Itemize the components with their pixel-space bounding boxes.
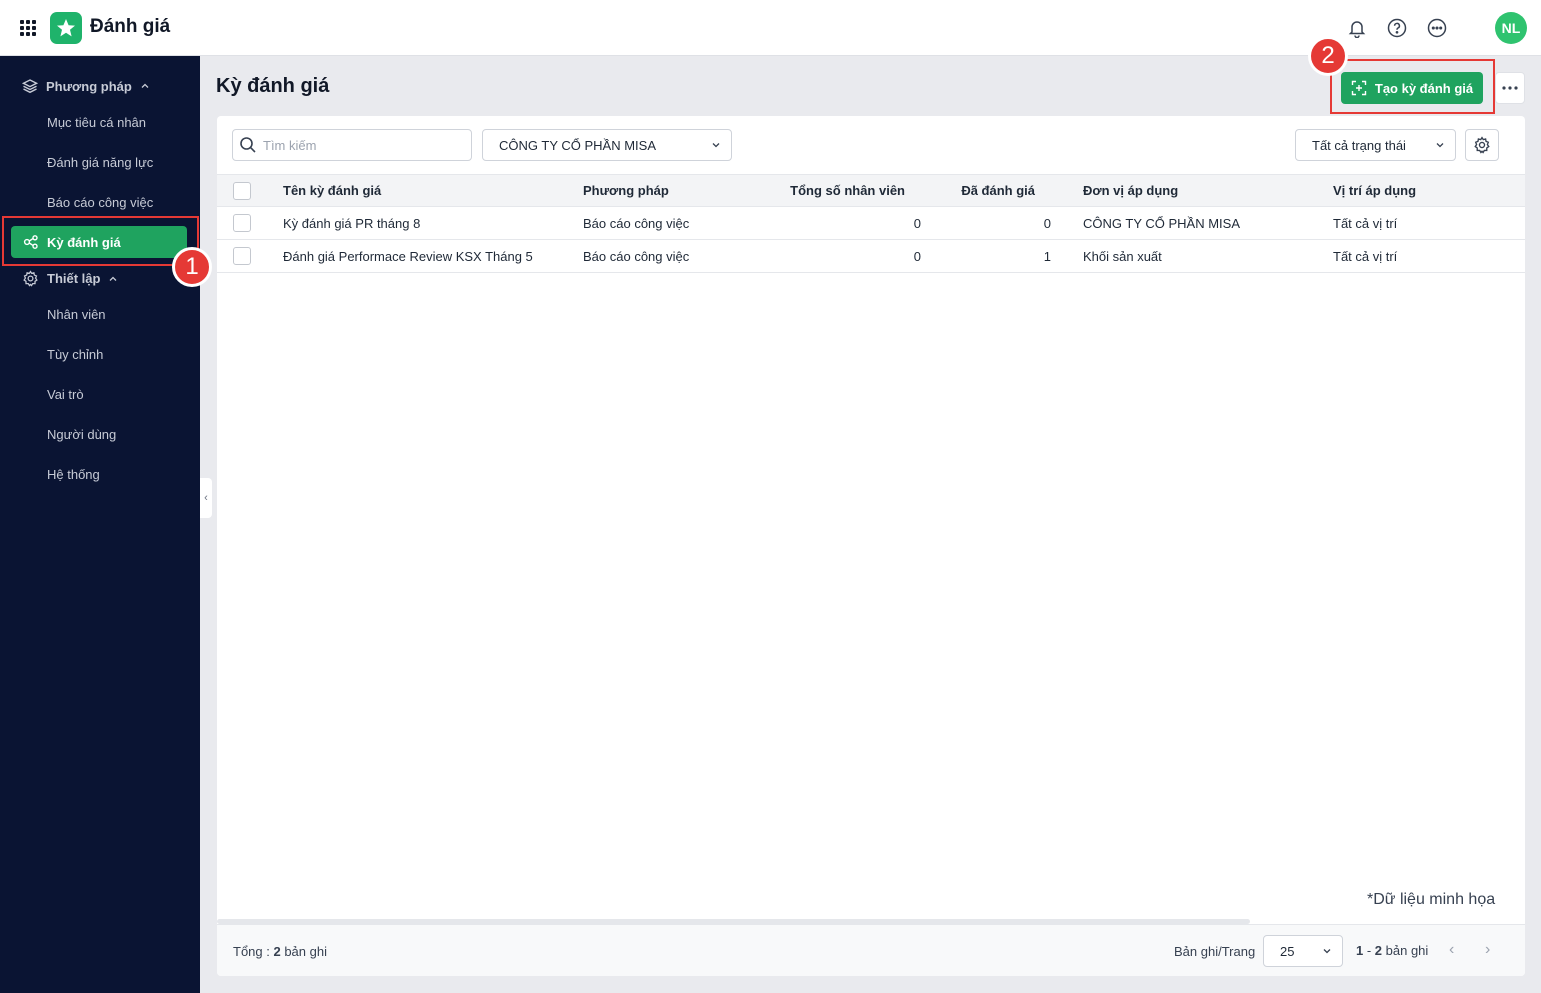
review-periods-card: CÔNG TY CỔ PHẦN MISA Tất cả trạng thái T… bbox=[217, 116, 1525, 976]
table-settings-button[interactable] bbox=[1465, 129, 1499, 161]
sidebar-item-employees[interactable]: Nhân viên bbox=[47, 307, 106, 322]
sidebar-group-settings[interactable]: Thiết lập bbox=[22, 270, 118, 287]
company-select-value: CÔNG TY CỔ PHẦN MISA bbox=[499, 137, 656, 153]
total-suffix: bản ghi bbox=[280, 944, 327, 959]
next-page-icon[interactable]: › bbox=[1485, 941, 1490, 959]
table-row[interactable]: Kỳ đánh giá PR tháng 8 Báo cáo công việc… bbox=[217, 207, 1525, 240]
layers-icon bbox=[22, 79, 38, 94]
column-header-position[interactable]: Vị trí áp dụng bbox=[1333, 175, 1416, 206]
sidebar-collapse-toggle[interactable]: ‹ bbox=[200, 478, 212, 518]
more-dots-icon bbox=[1502, 86, 1518, 90]
sidebar-item-system[interactable]: Hệ thống bbox=[47, 467, 100, 482]
sidebar-item-personal-goals[interactable]: Mục tiêu cá nhân bbox=[47, 115, 146, 130]
highlight-box-step2 bbox=[1330, 59, 1495, 114]
cell-name[interactable]: Đánh giá Performace Review KSX Tháng 5 bbox=[283, 240, 533, 272]
search-input[interactable] bbox=[263, 137, 463, 153]
cell-evaluated: 1 bbox=[1043, 248, 1051, 264]
row-checkbox[interactable] bbox=[233, 214, 251, 232]
column-header-total[interactable]: Tổng số nhân viên bbox=[777, 175, 905, 206]
total-count: 2 bbox=[273, 944, 281, 959]
cell-position: Tất cả vị trí bbox=[1333, 215, 1398, 231]
chevron-up-icon bbox=[141, 83, 149, 88]
chevron-down-icon bbox=[712, 143, 720, 148]
cell-method: Báo cáo công việc bbox=[583, 215, 690, 231]
sidebar-group-methods[interactable]: Phương pháp bbox=[22, 78, 150, 94]
app-title: Đánh giá bbox=[90, 16, 171, 37]
column-header-name[interactable]: Tên kỳ đánh giá bbox=[283, 175, 381, 206]
sidebar: Phương pháp Mục tiêu cá nhân Đánh giá nă… bbox=[0, 56, 200, 993]
row-select-cell bbox=[233, 240, 251, 272]
table-footer: Tổng : 2 bản ghi Bản ghi/Trang 25 1 - 2 … bbox=[217, 924, 1525, 976]
more-options-button[interactable] bbox=[1495, 72, 1525, 104]
range-to: 2 bbox=[1374, 943, 1383, 958]
per-page-label: Bản ghi/Trang bbox=[1174, 944, 1256, 959]
highlight-box-step1 bbox=[2, 216, 199, 266]
bell-icon[interactable] bbox=[1345, 16, 1369, 40]
help-icon[interactable] bbox=[1385, 16, 1409, 40]
status-select[interactable]: Tất cả trạng thái bbox=[1295, 129, 1456, 161]
select-all-cell bbox=[233, 175, 251, 206]
sidebar-group-label: Thiết lập bbox=[47, 271, 101, 286]
total-records: Tổng : 2 bản ghi bbox=[233, 944, 327, 959]
chevron-up-icon bbox=[109, 276, 117, 281]
user-avatar[interactable]: NL bbox=[1495, 12, 1527, 44]
sidebar-item-work-report[interactable]: Báo cáo công việc bbox=[47, 195, 153, 210]
prev-page-icon[interactable]: ‹ bbox=[1449, 941, 1454, 959]
cell-unit: CÔNG TY CỔ PHẦN MISA bbox=[1083, 215, 1240, 231]
chevron-down-icon bbox=[1436, 143, 1444, 148]
apps-grid-icon[interactable] bbox=[20, 20, 36, 36]
chevron-down-icon bbox=[1323, 949, 1331, 954]
company-select[interactable]: CÔNG TY CỔ PHẦN MISA bbox=[482, 129, 732, 161]
row-checkbox[interactable] bbox=[233, 247, 251, 265]
gear-icon bbox=[23, 270, 38, 287]
header-actions bbox=[1345, 16, 1449, 40]
status-select-value: Tất cả trạng thái bbox=[1312, 137, 1406, 153]
row-select-cell bbox=[233, 207, 251, 239]
step-badge-1: 1 bbox=[172, 247, 212, 287]
sidebar-item-users[interactable]: Người dùng bbox=[47, 427, 116, 442]
total-prefix: Tổng : bbox=[233, 944, 274, 959]
sidebar-group-label: Phương pháp bbox=[46, 78, 132, 94]
search-icon bbox=[240, 137, 256, 153]
select-all-checkbox[interactable] bbox=[233, 181, 251, 200]
search-box bbox=[232, 129, 472, 161]
range-suffix: bản ghi bbox=[1382, 943, 1429, 958]
chevron-left-icon: ‹ bbox=[204, 492, 208, 504]
app-logo bbox=[50, 12, 82, 44]
column-header-evaluated[interactable]: Đã đánh giá bbox=[935, 175, 1035, 206]
cell-evaluated: 0 bbox=[1043, 215, 1051, 231]
cell-position: Tất cả vị trí bbox=[1333, 248, 1398, 264]
per-page-value: 25 bbox=[1280, 943, 1295, 959]
chat-icon[interactable] bbox=[1425, 16, 1449, 40]
table-header: Tên kỳ đánh giá Phương pháp Tổng số nhân… bbox=[217, 174, 1525, 207]
cell-method: Báo cáo công việc bbox=[583, 248, 690, 264]
page-title: Kỳ đánh giá bbox=[216, 75, 330, 97]
range-sep: - bbox=[1363, 943, 1375, 958]
sidebar-item-competency[interactable]: Đánh giá năng lực bbox=[47, 155, 153, 170]
column-header-method[interactable]: Phương pháp bbox=[583, 175, 669, 206]
cell-total: 0 bbox=[913, 215, 921, 231]
table-row[interactable]: Đánh giá Performace Review KSX Tháng 5 B… bbox=[217, 240, 1525, 273]
cell-total: 0 bbox=[913, 248, 921, 264]
step-badge-2: 2 bbox=[1308, 36, 1348, 76]
per-page-select[interactable]: 25 bbox=[1263, 935, 1343, 967]
sidebar-item-customize[interactable]: Tùy chỉnh bbox=[47, 347, 103, 362]
page-range: 1 - 2 bản ghi bbox=[1356, 943, 1428, 958]
illustration-note: *Dữ liệu minh họa bbox=[1367, 891, 1496, 908]
cell-name[interactable]: Kỳ đánh giá PR tháng 8 bbox=[283, 207, 420, 239]
sidebar-item-roles[interactable]: Vai trò bbox=[47, 387, 84, 402]
cell-unit: Khối sản xuất bbox=[1083, 248, 1162, 264]
star-logo-icon bbox=[57, 19, 75, 37]
column-header-unit[interactable]: Đơn vị áp dụng bbox=[1083, 175, 1178, 206]
gear-icon bbox=[1474, 136, 1490, 154]
